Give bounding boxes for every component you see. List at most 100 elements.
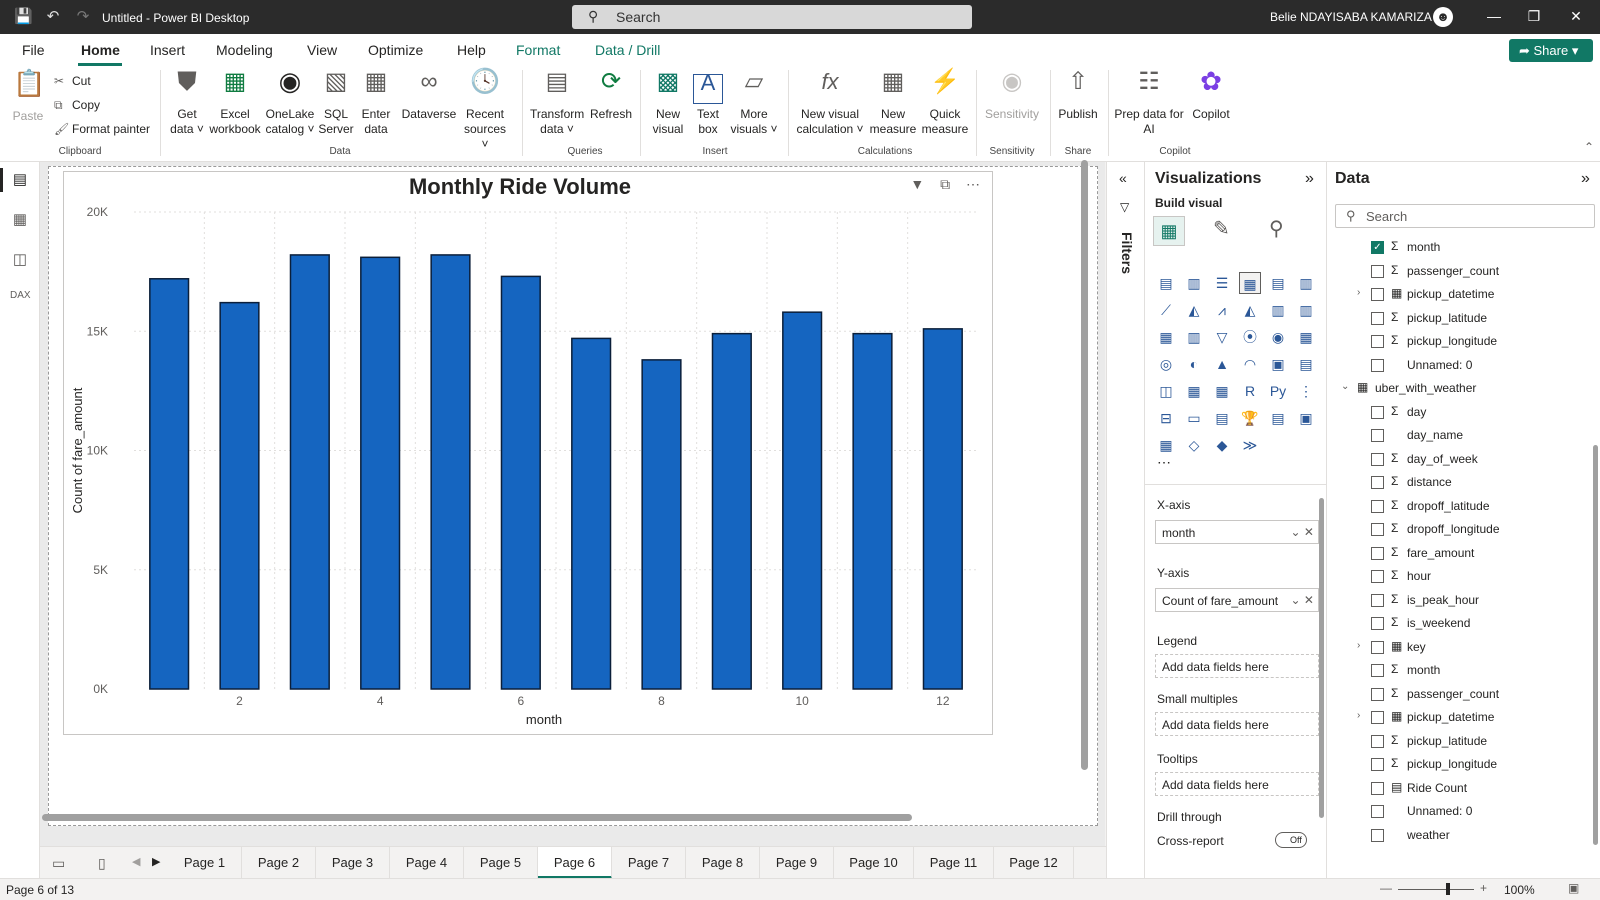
azure-map-icon[interactable]: ◠: [1239, 353, 1261, 375]
field-checkbox[interactable]: [1371, 805, 1384, 818]
tab-data-drill[interactable]: Data / Drill: [595, 42, 660, 58]
onelake-catalog-button[interactable]: ◉ OneLake catalog ˅: [264, 68, 316, 137]
treemap-icon[interactable]: ◎: [1155, 353, 1177, 375]
field-checkbox[interactable]: [1371, 781, 1384, 795]
search-box[interactable]: ⚲ Search: [572, 5, 972, 29]
legend-well[interactable]: Add data fields here: [1155, 654, 1319, 678]
report-page[interactable]: Monthly Ride Volume 0K 5K 10K 15K 20K 2 4 6 8 10 12…: [48, 166, 1098, 826]
zoom-slider[interactable]: [1398, 889, 1474, 890]
page-tab[interactable]: Page 7: [612, 847, 686, 879]
field-checkbox[interactable]: [1371, 311, 1384, 325]
power-apps-icon[interactable]: ◇: [1183, 434, 1205, 456]
field-item[interactable]: Σpassenger_count: [1327, 262, 1587, 284]
field-checkbox[interactable]: [1371, 429, 1384, 442]
undo-icon[interactable]: ↶: [44, 8, 62, 26]
filter-icon[interactable]: ▼: [910, 176, 924, 192]
field-checkbox[interactable]: ✓: [1371, 241, 1384, 254]
horizontal-scrollbar[interactable]: [42, 814, 912, 821]
field-item[interactable]: Σpickup_latitude: [1327, 732, 1587, 754]
field-checkbox[interactable]: [1371, 734, 1384, 748]
page-tab[interactable]: Page 11: [914, 847, 994, 879]
table-view-icon[interactable]: ▦: [10, 210, 30, 230]
area-chart-icon[interactable]: ◭: [1183, 299, 1205, 321]
analytics-tab-icon[interactable]: ⚲: [1269, 216, 1284, 241]
field-checkbox[interactable]: [1371, 640, 1384, 654]
zoom-out-icon[interactable]: —: [1380, 881, 1392, 895]
decomposition-tree-icon[interactable]: ⊟: [1155, 407, 1177, 429]
field-item[interactable]: Σpickup_longitude: [1327, 755, 1587, 777]
excel-workbook-button[interactable]: ▦ Excel workbook: [208, 70, 262, 137]
100-stacked-area-icon[interactable]: ◭: [1239, 299, 1261, 321]
vertical-scrollbar[interactable]: [1081, 160, 1088, 770]
field-item[interactable]: ▤ Ride Count: [1327, 779, 1587, 801]
page-tab[interactable]: Page 4: [390, 847, 464, 879]
close-icon[interactable]: ✕: [1566, 8, 1586, 26]
small-multiples-well[interactable]: Add data fields here: [1155, 712, 1319, 736]
field-item[interactable]: ✓ Σmonth: [1327, 238, 1587, 260]
tab-modeling[interactable]: Modeling: [216, 42, 273, 58]
field-checkbox[interactable]: [1371, 452, 1384, 466]
page-tab[interactable]: Page 9: [760, 847, 834, 879]
page-tab[interactable]: Page 12: [994, 847, 1074, 879]
field-item[interactable]: Σmonth: [1327, 661, 1587, 683]
model-view-icon[interactable]: ◫: [10, 250, 30, 270]
user-name[interactable]: Belie NDAYISABA KAMARIZA: [1270, 10, 1432, 24]
more-options-icon[interactable]: ⋯: [966, 176, 980, 192]
matrix-icon[interactable]: ▦: [1155, 434, 1177, 456]
redo-icon[interactable]: ↷: [74, 8, 92, 26]
tab-home[interactable]: Home: [81, 42, 120, 58]
chevron-down-icon[interactable]: ⌄: [1341, 381, 1349, 392]
line-chart-icon[interactable]: ⟋: [1155, 299, 1177, 321]
donut-chart-icon[interactable]: ▦: [1295, 326, 1317, 348]
format-visual-tab-icon[interactable]: ✎: [1213, 216, 1230, 241]
cross-report-toggle[interactable]: Off: [1275, 832, 1307, 848]
dataverse-button[interactable]: ∞ Dataverse: [400, 70, 458, 122]
collapse-ribbon-icon[interactable]: ⌃: [1584, 140, 1594, 154]
stacked-bar-chart-icon[interactable]: ▤: [1155, 272, 1177, 294]
tab-insert[interactable]: Insert: [150, 42, 185, 58]
recent-sources-button[interactable]: 🕓 Recent sources ˅: [460, 70, 510, 152]
field-checkbox[interactable]: [1371, 523, 1384, 536]
line-column-chart-icon[interactable]: ▥: [1267, 299, 1289, 321]
100-stacked-column-icon[interactable]: ▥: [1295, 272, 1317, 294]
field-item[interactable]: Σis_peak_hour: [1327, 591, 1587, 613]
remove-field-icon[interactable]: ⌄ ✕: [1291, 593, 1314, 607]
pie-chart-icon[interactable]: ◉: [1267, 326, 1289, 348]
clustered-bar-chart-icon[interactable]: ☰: [1211, 272, 1233, 294]
page-tab[interactable]: Page 6: [538, 847, 612, 879]
filters-pane[interactable]: « ▽ Filters: [1106, 162, 1144, 878]
gauge-icon[interactable]: ▣: [1267, 353, 1289, 375]
next-page-icon[interactable]: ▶: [152, 855, 160, 868]
scatter-chart-icon[interactable]: ⦿: [1239, 326, 1261, 348]
page-tab[interactable]: Page 3: [316, 847, 390, 879]
zoom-slider-thumb[interactable]: [1446, 883, 1450, 895]
collapse-visualizations-icon[interactable]: »: [1305, 170, 1314, 188]
visualizations-scrollbar[interactable]: [1319, 498, 1324, 818]
field-item[interactable]: Σdropoff_latitude: [1327, 497, 1587, 519]
key-influencers-icon[interactable]: ⋮: [1295, 380, 1317, 402]
previous-page-icon[interactable]: ◀: [132, 855, 140, 868]
tab-format[interactable]: Format: [516, 42, 560, 58]
get-data-button[interactable]: ⛊ Get data ˅: [168, 68, 206, 137]
tab-help[interactable]: Help: [457, 42, 486, 58]
x-axis-well[interactable]: month ⌄ ✕: [1155, 520, 1319, 544]
more-visuals-button[interactable]: ▱ More visuals ˅: [730, 70, 778, 137]
filled-map-icon[interactable]: ▲: [1211, 353, 1233, 375]
field-checkbox[interactable]: [1371, 546, 1384, 560]
stacked-column-chart-icon[interactable]: ▥: [1183, 272, 1205, 294]
focus-mode-icon[interactable]: ⧉: [940, 176, 950, 192]
clustered-column-chart-icon[interactable]: ▦: [1239, 272, 1261, 294]
format-painter-button[interactable]: 🖌 Format painter: [54, 122, 150, 136]
field-item[interactable]: Unnamed: 0: [1327, 802, 1587, 824]
page-tab[interactable]: Page 10: [834, 847, 914, 879]
field-item[interactable]: Σdropoff_longitude: [1327, 520, 1587, 542]
qa-icon[interactable]: ▭: [1183, 407, 1205, 429]
page-tab[interactable]: Page 2: [242, 847, 316, 879]
field-checkbox[interactable]: [1371, 687, 1384, 701]
data-scrollbar[interactable]: [1593, 445, 1598, 845]
dax-query-view-icon[interactable]: DAX: [10, 290, 31, 310]
field-item[interactable]: Σpickup_longitude: [1327, 332, 1587, 354]
field-item[interactable]: Σhour: [1327, 567, 1587, 589]
card-new-icon[interactable]: ▣: [1295, 407, 1317, 429]
field-checkbox[interactable]: [1371, 476, 1384, 489]
